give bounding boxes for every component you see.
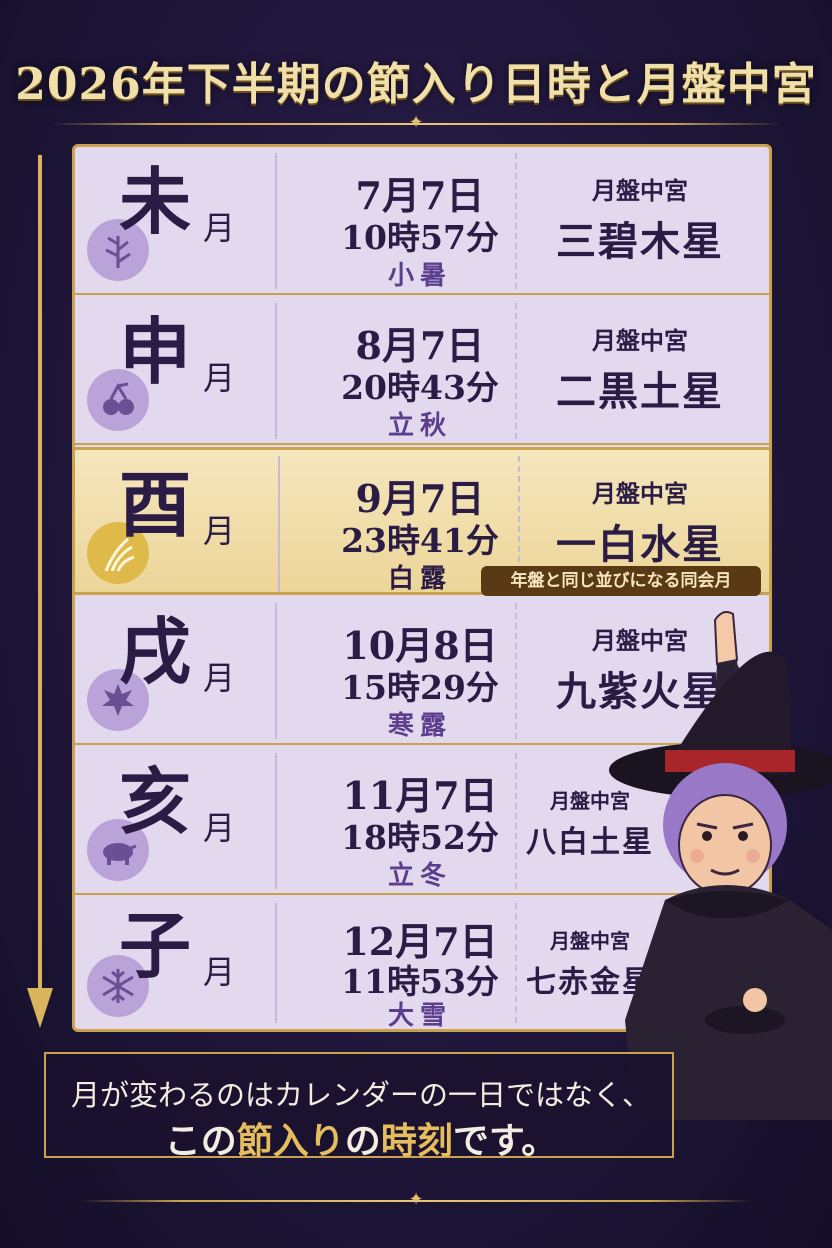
star-label: 月盤中宮 — [592, 479, 688, 508]
month-kanji: 亥 — [119, 759, 192, 844]
title-ornament: ✦ — [408, 112, 424, 133]
timeline-arrow-head — [27, 988, 53, 1028]
footer-message-box: 月が変わるのはカレンダーの一日ではなく、 この節入りの時刻です。 — [44, 1052, 674, 1162]
footer-line1: 月が変わるのはカレンダーの一日ではなく、 — [70, 1078, 651, 1112]
footer-ornament: ✦ — [408, 1189, 424, 1210]
month-suffix: 月 — [203, 809, 236, 847]
center-star: 二黒土星 — [556, 368, 724, 415]
table-row-highlighted: 酉 月 9月7日 23時41分 白露 月盤中宮 一白水星 年盤と同じ並びになる同… — [72, 447, 772, 596]
star-label: 月盤中宮 — [592, 176, 688, 205]
month-suffix: 月 — [203, 359, 236, 397]
month-suffix: 月 — [203, 659, 236, 697]
month-kanji: 戌 — [119, 609, 192, 694]
table-row: 申 月 8月7日 20時43分 立秋 月盤中宮 二黒土星 — [75, 297, 769, 445]
center-star: 三碧木星 — [556, 218, 724, 265]
star-label: 月盤中宮 — [592, 326, 688, 355]
month-kanji: 酉 — [119, 462, 192, 547]
month-suffix: 月 — [203, 209, 236, 247]
month-kanji: 未 — [119, 159, 192, 244]
month-suffix: 月 — [203, 512, 236, 550]
month-suffix: 月 — [203, 953, 236, 991]
month-kanji: 子 — [119, 903, 192, 988]
month-kanji: 申 — [119, 309, 192, 394]
table-row: 未 月 7月7日 10時57分 小暑 月盤中宮 三碧木星 — [75, 147, 769, 295]
footer-line2: この節入りの時刻です。 — [164, 1120, 558, 1162]
timeline-arrow-line — [38, 155, 42, 990]
same-board-note-badge: 年盤と同じ並びになる同会月 — [481, 566, 761, 596]
page-title: 2026年下半期の節入り日時と月盤中宮 — [15, 59, 817, 110]
center-star: 一白水星 — [556, 521, 724, 568]
witch-illustration — [609, 611, 832, 1120]
